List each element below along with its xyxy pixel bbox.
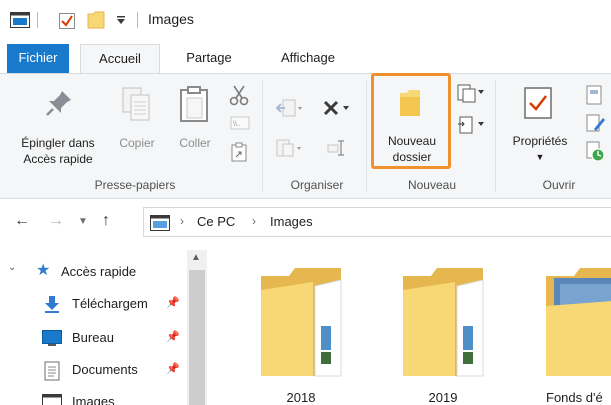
copy-button[interactable]: Copier <box>112 135 162 151</box>
folder-name: 2019 <box>428 390 458 405</box>
back-arrow-icon[interactable]: ← <box>14 212 30 230</box>
organize-group-label: Organiser <box>290 178 344 192</box>
new-item-icon[interactable] <box>456 82 486 104</box>
breadcrumb-chevron-icon[interactable]: › <box>180 214 184 228</box>
breadcrumb-chevron-icon[interactable]: › <box>252 214 256 228</box>
properties-button[interactable]: Propriétés <box>504 133 576 149</box>
tab-share[interactable]: Partage <box>172 44 246 74</box>
folder-name: Fonds d'é <box>546 390 603 405</box>
ribbon: Épingler dans Accès rapide Copier Coller… <box>0 73 611 199</box>
nav-quick-access[interactable]: ⌄ ★ Accès rapide <box>8 262 188 292</box>
download-icon <box>45 296 59 313</box>
document-icon <box>44 361 60 381</box>
easy-access-icon[interactable] <box>456 114 486 136</box>
nav-item-desktop[interactable]: Bureau <box>40 328 187 358</box>
folder-item[interactable]: 2019 <box>393 262 493 405</box>
folder-item[interactable]: 2018 <box>251 262 351 405</box>
customize-toolbar-icon[interactable] <box>116 15 126 25</box>
title-bar: Images <box>0 0 611 40</box>
clipboard-group-label: Presse-papiers <box>94 178 176 192</box>
paste-button[interactable]: Coller <box>170 135 220 151</box>
pictures-icon <box>42 394 62 405</box>
ribbon-tabs: Fichier Accueil Partage Affichage <box>0 44 611 75</box>
up-arrow-icon[interactable]: ↑ <box>102 212 110 230</box>
window-title: Images <box>148 11 194 27</box>
wallpapers-folder-icon <box>546 268 611 376</box>
properties-dropdown-arrow[interactable]: ▼ <box>504 149 576 165</box>
folder-name: 2018 <box>286 390 316 405</box>
recent-locations-chevron-icon[interactable]: ▼ <box>78 216 88 227</box>
group-separator <box>495 80 496 192</box>
expand-chevron-icon[interactable]: ⌄ <box>8 262 16 273</box>
pinned-icon[interactable]: 📌 <box>166 362 180 375</box>
history-icon[interactable] <box>584 140 606 162</box>
scroll-up-arrow-icon[interactable]: ▲ <box>191 252 201 263</box>
navigation-pane: ⌄ ★ Accès rapide Téléchargem 📌 Bureau 📌 … <box>0 250 208 405</box>
copy-icon[interactable] <box>121 86 151 122</box>
delete-icon[interactable] <box>323 100 351 116</box>
address-bar[interactable]: › Ce PC › Images <box>143 207 611 237</box>
pinned-icon[interactable]: 📌 <box>166 296 180 309</box>
properties-icon[interactable] <box>523 86 553 120</box>
tab-home[interactable]: Accueil <box>80 44 160 75</box>
paste-icon[interactable] <box>178 85 210 123</box>
explorer-window-icon[interactable] <box>10 12 30 28</box>
pin-icon[interactable] <box>44 88 74 118</box>
nav-item-downloads[interactable]: Téléchargem <box>40 294 187 324</box>
open-group-label: Ouvrir <box>542 178 576 192</box>
pictures-location-icon <box>150 215 170 231</box>
new-folder-highlight <box>371 73 451 169</box>
title-separator <box>137 12 138 28</box>
folder-item[interactable]: Fonds d'é <box>536 262 611 405</box>
tab-file[interactable]: Fichier <box>7 44 69 74</box>
rename-icon[interactable] <box>326 138 346 158</box>
folder-icon <box>261 268 342 377</box>
cut-icon[interactable] <box>228 84 250 106</box>
star-icon: ★ <box>36 262 51 279</box>
forward-arrow-icon[interactable]: → <box>48 212 64 230</box>
svg-text:\\..: \\.. <box>233 121 241 128</box>
properties-checkbox-icon[interactable] <box>59 11 75 29</box>
group-separator <box>262 80 263 192</box>
new-group-label: Nouveau <box>407 178 457 192</box>
title-separator <box>37 12 38 28</box>
group-separator <box>366 80 367 192</box>
pinned-icon[interactable]: 📌 <box>166 330 180 343</box>
open-icon[interactable] <box>584 84 606 108</box>
nav-item-pictures[interactable]: Images <box>40 392 187 405</box>
edit-icon[interactable] <box>584 112 606 134</box>
folder-icon <box>403 268 484 377</box>
move-to-icon[interactable] <box>275 98 303 118</box>
paste-shortcut-icon[interactable] <box>231 142 247 162</box>
desktop-icon <box>42 330 62 346</box>
pin-quick-access-button[interactable]: Épingler dans Accès rapide <box>6 135 110 167</box>
breadcrumb-images[interactable]: Images <box>270 214 313 229</box>
nav-item-documents[interactable]: Documents <box>40 360 187 390</box>
breadcrumb-this-pc[interactable]: Ce PC <box>197 214 235 229</box>
tab-view[interactable]: Affichage <box>262 44 354 74</box>
copy-path-icon[interactable]: \\.. <box>230 116 250 130</box>
scrollbar-thumb[interactable] <box>189 270 205 405</box>
new-folder-quick-icon[interactable] <box>87 11 105 29</box>
copy-to-icon[interactable] <box>275 138 303 158</box>
